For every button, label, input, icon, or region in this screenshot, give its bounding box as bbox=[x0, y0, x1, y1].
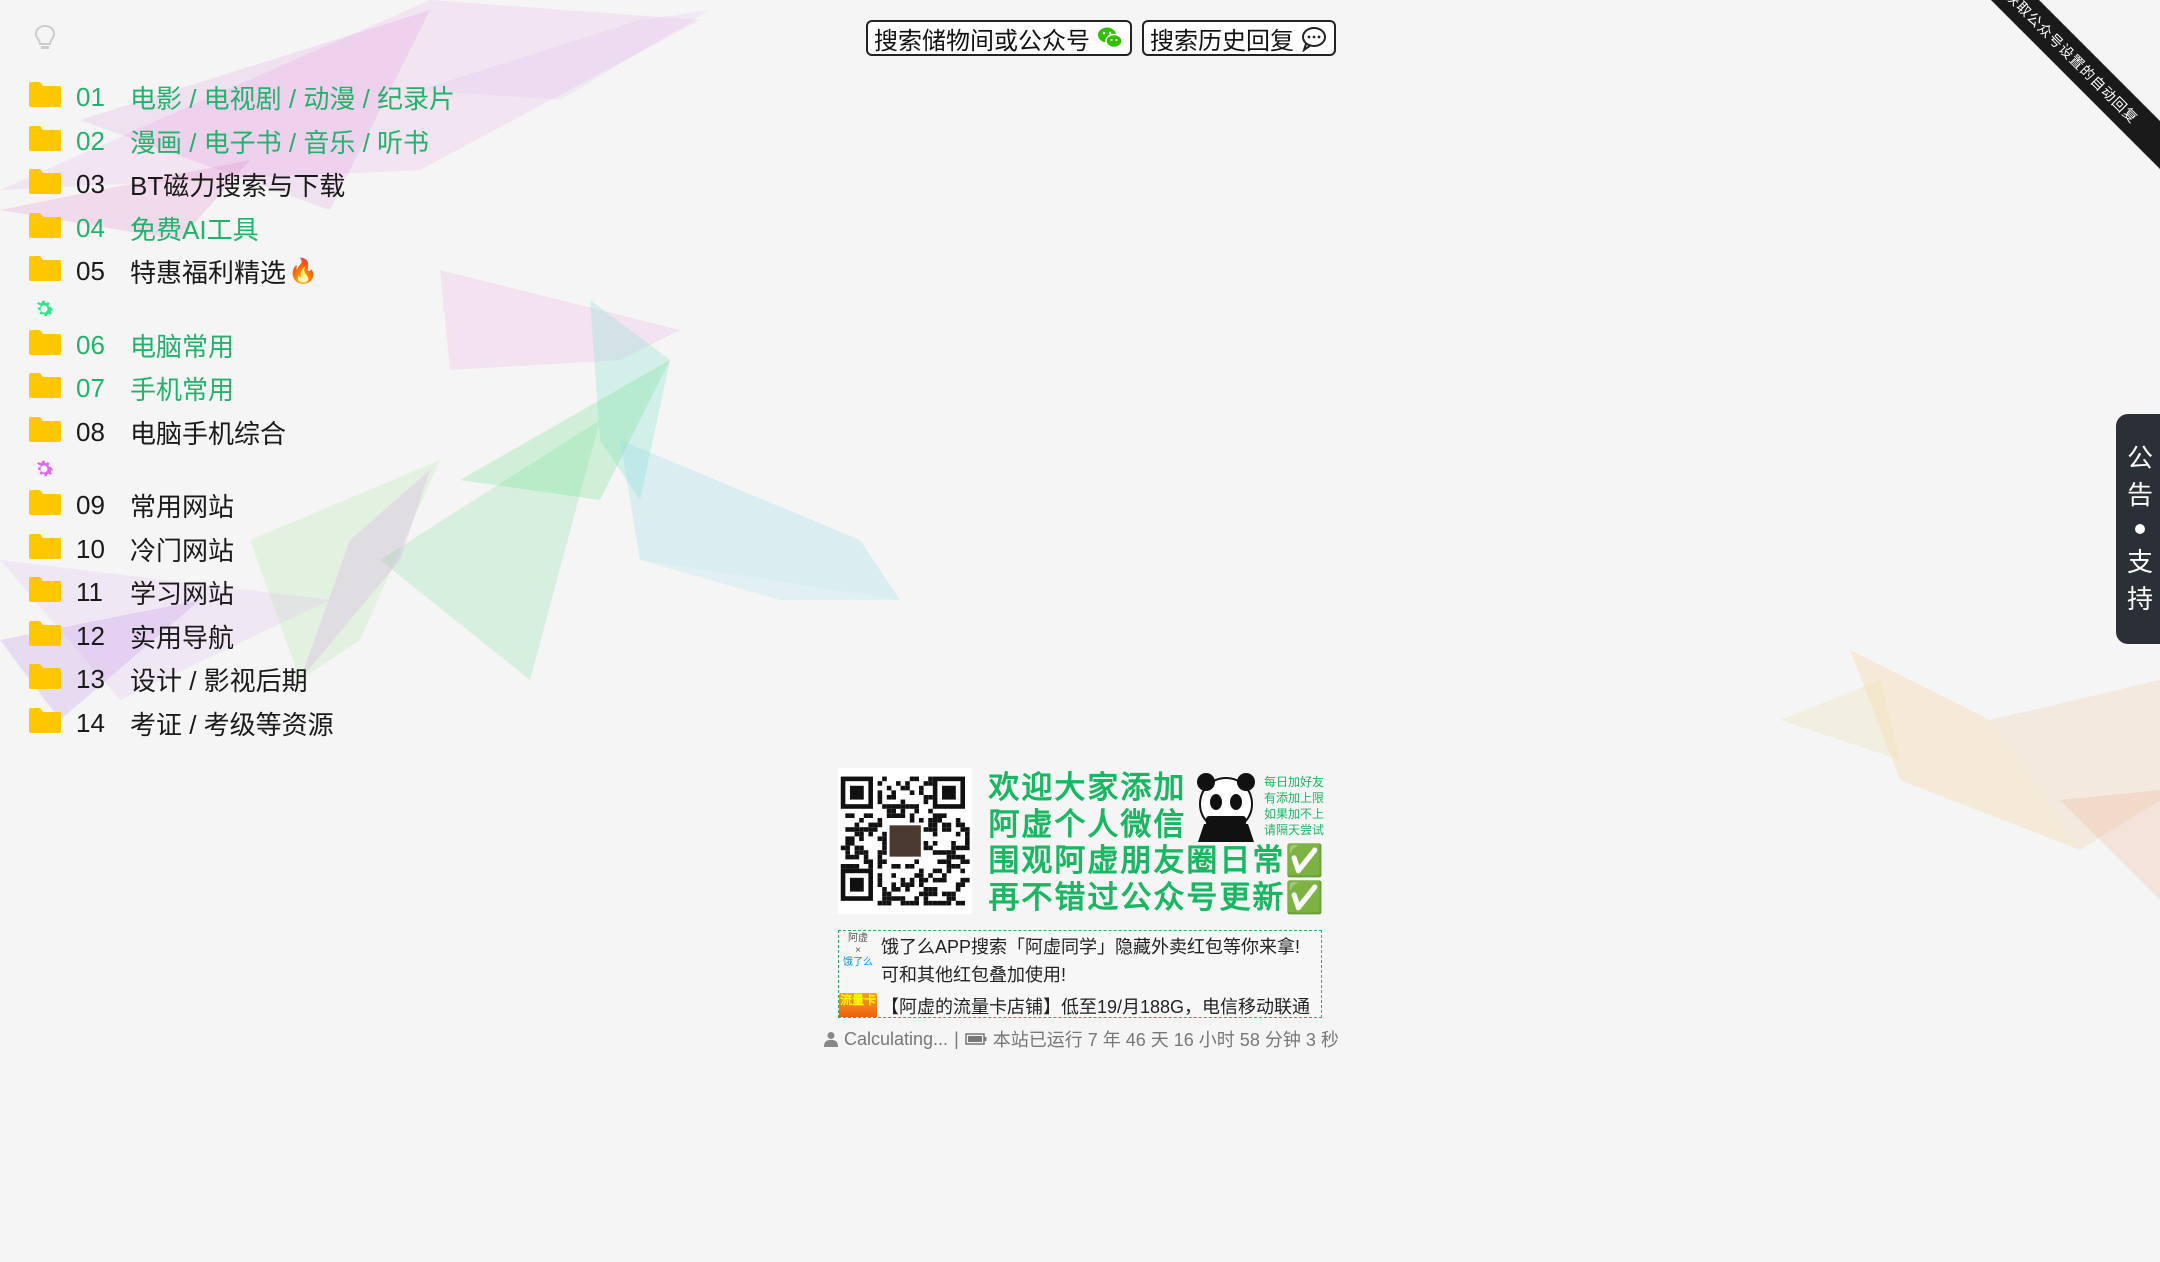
panda-note-line-1: 每日加好友 bbox=[1263, 775, 1324, 789]
menu-item-label: 漫画 / 电子书 / 音乐 / 听书 bbox=[130, 127, 430, 158]
banner-line-4: 再不错过公众号更新✅ bbox=[988, 879, 1326, 915]
visitor-count: Calculating... bbox=[844, 1028, 949, 1049]
menu-item-label: 手机常用 bbox=[130, 375, 235, 406]
search-storage-label: 搜索储物间或公众号 bbox=[874, 27, 1090, 55]
menu-item-label: 电脑常用 bbox=[130, 331, 235, 362]
wechat-icon bbox=[1098, 27, 1123, 49]
menu-item-label: 考证 / 考级等资源 bbox=[130, 709, 334, 740]
site-runtime: 本站已运行 7 年 46 天 16 小时 58 分钟 3 秒 bbox=[992, 1030, 1339, 1050]
qr-code-image bbox=[838, 768, 973, 914]
panda-note-line-4: 请隔天尝试 bbox=[1263, 823, 1324, 837]
gear-icon bbox=[28, 294, 455, 324]
menu-item-01[interactable]: 01 电影 / 电视剧 / 动漫 / 纪录片 bbox=[28, 76, 455, 120]
folder-icon bbox=[28, 371, 76, 406]
folder-icon bbox=[28, 80, 76, 115]
folder-icon bbox=[28, 532, 76, 567]
folder-icon bbox=[28, 254, 76, 289]
menu-item-number: 03 bbox=[76, 169, 105, 200]
menu-item-02[interactable]: 02 漫画 / 电子书 / 音乐 / 听书 bbox=[28, 120, 455, 164]
chat-bubble-icon bbox=[1302, 27, 1326, 52]
top-button-group: 搜索储物间或公众号 搜索历史回复 bbox=[866, 20, 1336, 56]
panda-note-line-3: 如果加不上 bbox=[1263, 807, 1324, 821]
search-history-button[interactable]: 搜索历史回复 bbox=[1142, 20, 1336, 56]
menu-item-label: 设计 / 影视后期 bbox=[130, 666, 308, 697]
folder-icon bbox=[28, 167, 76, 202]
search-history-label: 搜索历史回复 bbox=[1150, 27, 1294, 55]
eleme-line-2: 可和其他红包叠加使用! bbox=[881, 965, 1066, 985]
notice-char-1: 公 bbox=[2126, 443, 2153, 473]
menu-item-number: 06 bbox=[76, 329, 105, 360]
folder-icon bbox=[28, 328, 76, 363]
menu-item-04[interactable]: 04 免费AI工具 bbox=[28, 207, 455, 251]
menu-item-number: 04 bbox=[76, 212, 105, 243]
folder-icon bbox=[28, 575, 76, 610]
menu-item-number: 13 bbox=[76, 664, 105, 695]
panda-note-line-2: 有添加上限 bbox=[1263, 791, 1324, 805]
menu-item-label: 学习网站 bbox=[130, 579, 235, 610]
notice-support-tab[interactable]: 公 告 支 持 bbox=[2116, 414, 2160, 644]
user-icon bbox=[824, 1032, 838, 1047]
dataplan-text: 【阿虚的流量卡店铺】低至19/月188G，电信移动联通 bbox=[881, 997, 1311, 1017]
menu-item-number: 14 bbox=[76, 707, 105, 738]
menu-item-03[interactable]: 03 BT磁力搜索与下载 bbox=[28, 163, 455, 207]
gear-icon bbox=[28, 454, 455, 484]
menu-item-number: 11 bbox=[76, 577, 103, 608]
menu-item-label: 冷门网站 bbox=[130, 535, 235, 566]
panda-note: 每日加好友 有添加上限 如果加不上 请隔天尝试 bbox=[1220, 774, 1324, 838]
folder-icon bbox=[28, 706, 76, 741]
menu-item-label: 特惠福利精选 bbox=[130, 258, 287, 289]
menu-item-number: 08 bbox=[76, 416, 105, 447]
menu-item-number: 12 bbox=[76, 620, 105, 651]
menu-item-14[interactable]: 14 考证 / 考级等资源 bbox=[28, 702, 455, 746]
eleme-line-1: 饿了么APP搜索「阿虚同学」隐藏外卖红包等你来拿! bbox=[881, 937, 1301, 957]
menu-item-08[interactable]: 08 电脑手机综合 bbox=[28, 411, 455, 455]
fire-icon: 🔥 bbox=[288, 258, 318, 286]
menu-item-06[interactable]: 06 电脑常用 bbox=[28, 324, 455, 368]
menu-item-label: 免费AI工具 bbox=[130, 214, 259, 245]
lightbulb-icon[interactable] bbox=[34, 24, 56, 52]
eleme-logo: 阿虚 × 饿了么 bbox=[843, 933, 873, 968]
folder-icon bbox=[28, 662, 76, 697]
folder-icon bbox=[28, 488, 76, 523]
separator-dot bbox=[2135, 524, 2145, 534]
menu-item-11[interactable]: 11 学习网站 bbox=[28, 571, 455, 615]
menu-item-label: 常用网站 bbox=[130, 492, 235, 523]
ad-dataplan[interactable]: 流量卡 【阿虚的流量卡店铺】低至19/月188G，电信移动联通 bbox=[839, 993, 1311, 1017]
eleme-text: 饿了么APP搜索「阿虚同学」隐藏外卖红包等你来拿! 可和其他红包叠加使用! bbox=[881, 933, 1300, 989]
folder-icon bbox=[28, 124, 76, 159]
menu-item-number: 02 bbox=[76, 125, 105, 156]
menu-item-12[interactable]: 12 实用导航 bbox=[28, 615, 455, 659]
menu-item-label: 电脑手机综合 bbox=[130, 418, 287, 449]
support-char-1: 支 bbox=[2126, 547, 2153, 577]
wechat-banner[interactable]: 欢迎大家添加 阿虚个人微信 围观阿虚朋友圈日常✅ 再不错过公众号更新✅ 每日加好… bbox=[838, 768, 1326, 918]
ad-scroll-box[interactable]: 阿虚 × 饿了么 饿了么APP搜索「阿虚同学」隐藏外卖红包等你来拿! 可和其他红… bbox=[838, 930, 1322, 1018]
notice-char-2: 告 bbox=[2126, 480, 2153, 510]
support-char-2: 持 bbox=[2126, 584, 2153, 614]
menu-item-label: 实用导航 bbox=[130, 622, 235, 653]
folder-icon bbox=[28, 415, 76, 450]
menu-item-number: 09 bbox=[76, 490, 105, 521]
menu-item-09[interactable]: 09 常用网站 bbox=[28, 484, 455, 528]
category-menu: 01 电影 / 电视剧 / 动漫 / 纪录片 02 漫画 / 电子书 / 音乐 / 听… bbox=[28, 76, 455, 745]
menu-item-number: 01 bbox=[76, 82, 105, 113]
battery-icon bbox=[965, 1033, 987, 1045]
ad-eleme[interactable]: 阿虚 × 饿了么 饿了么APP搜索「阿虚同学」隐藏外卖红包等你来拿! 可和其他红… bbox=[839, 933, 1300, 989]
menu-item-05[interactable]: 05 特惠福利精选 🔥 bbox=[28, 250, 455, 294]
menu-item-13[interactable]: 13 设计 / 影视后期 bbox=[28, 658, 455, 702]
menu-item-number: 10 bbox=[76, 533, 105, 564]
menu-item-label: BT磁力搜索与下载 bbox=[130, 171, 346, 202]
menu-item-07[interactable]: 07 手机常用 bbox=[28, 367, 455, 411]
menu-item-number: 07 bbox=[76, 373, 105, 404]
search-storage-button[interactable]: 搜索储物间或公众号 bbox=[866, 20, 1132, 56]
dataplan-logo: 流量卡 bbox=[839, 993, 877, 1017]
folder-icon bbox=[28, 619, 76, 654]
footer-separator: | bbox=[954, 1028, 959, 1049]
site-footer: Calculating... | 本站已运行 7 年 46 天 16 小时 58… bbox=[824, 1026, 1339, 1052]
menu-item-10[interactable]: 10 冷门网站 bbox=[28, 528, 455, 572]
menu-item-label: 电影 / 电视剧 / 动漫 / 纪录片 bbox=[130, 84, 456, 115]
menu-item-number: 05 bbox=[76, 256, 105, 287]
banner-line-3: 围观阿虚朋友圈日常✅ bbox=[988, 843, 1326, 878]
folder-icon bbox=[28, 211, 76, 246]
